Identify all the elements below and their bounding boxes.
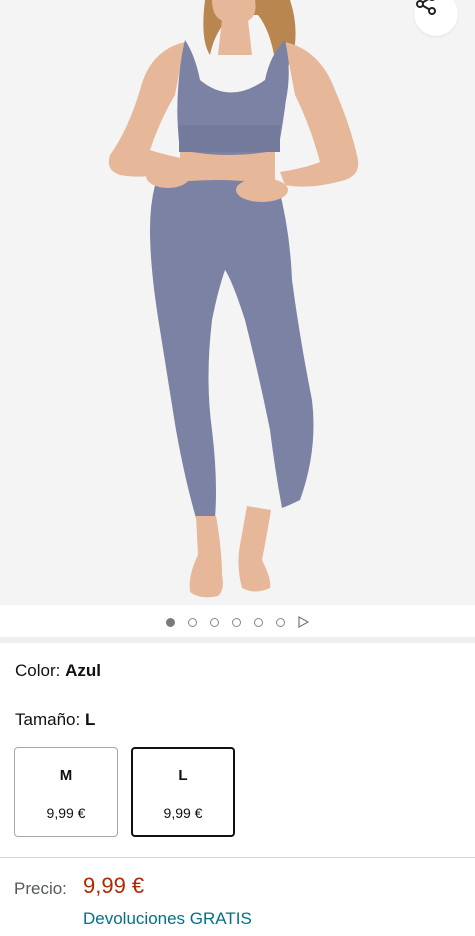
size-label: Tamaño: (15, 710, 85, 729)
price-divider (0, 857, 475, 858)
play-icon[interactable] (297, 616, 310, 628)
carousel-dot[interactable] (165, 617, 175, 627)
color-value: Azul (65, 661, 101, 680)
product-image[interactable] (0, 0, 475, 605)
size-option-m[interactable]: M 9,99 € (14, 747, 118, 837)
free-returns-link[interactable]: Devoluciones GRATIS (83, 909, 252, 929)
carousel-dot[interactable] (231, 617, 241, 627)
carousel-dot[interactable] (209, 617, 219, 627)
price-label: Precio: (14, 879, 67, 898)
size-option-price: 9,99 € (163, 805, 203, 821)
image-carousel-indicator (0, 605, 475, 639)
carousel-dot[interactable] (187, 617, 197, 627)
product-photo (108, 0, 359, 598)
price-value: 9,99 € (83, 873, 145, 898)
size-option-l[interactable]: L 9,99 € (131, 747, 235, 837)
size-option-label: M (59, 767, 73, 784)
size-option-price: 9,99 € (46, 805, 86, 821)
size-value: L (84, 710, 96, 729)
color-selection: Color: Azul (15, 661, 101, 681)
size-option-label: L (178, 767, 188, 784)
size-selection: Tamaño: L (15, 710, 95, 730)
color-label: Color: (15, 661, 66, 680)
section-divider (0, 637, 475, 643)
carousel-dot[interactable] (275, 617, 285, 627)
carousel-dot[interactable] (253, 617, 263, 627)
